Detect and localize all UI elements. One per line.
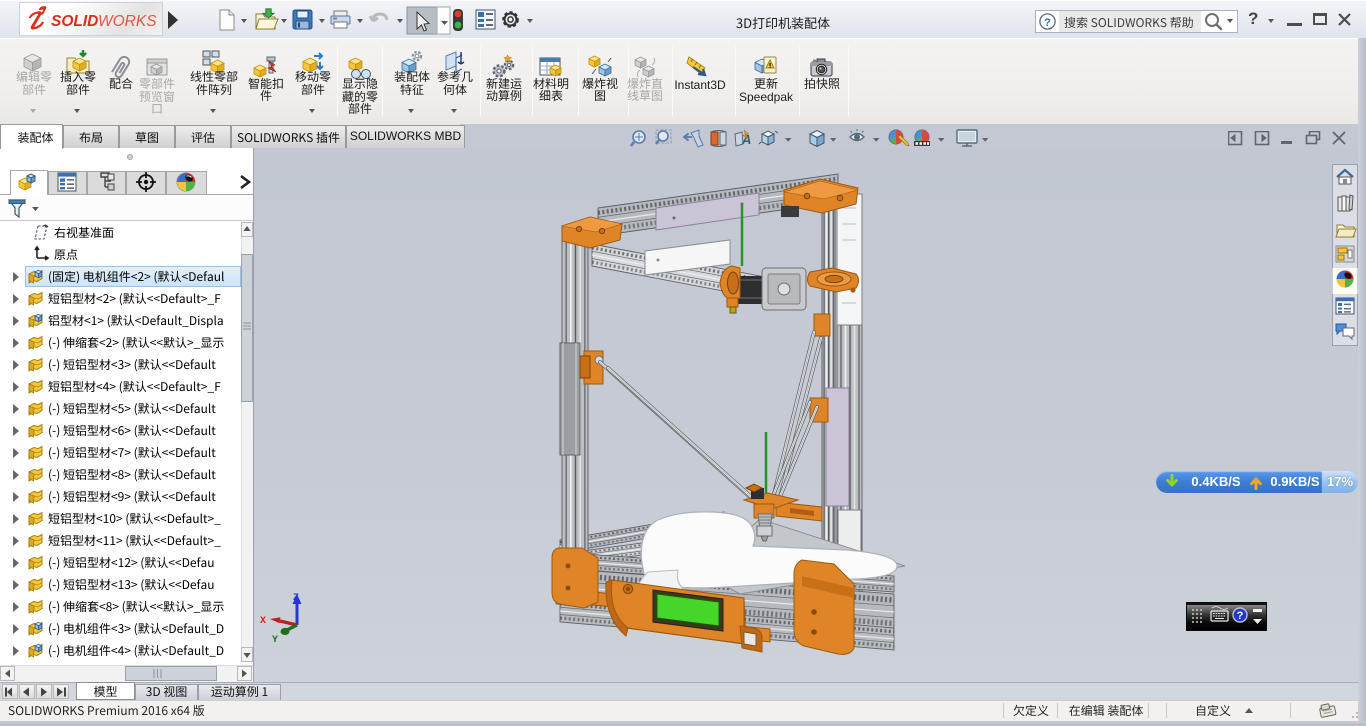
svg-text:Z: Z xyxy=(293,593,299,604)
svg-text:X: X xyxy=(260,616,266,627)
svg-text:?: ? xyxy=(1044,17,1051,29)
svg-text:?: ? xyxy=(1237,610,1244,622)
svg-text:Y: Y xyxy=(272,635,278,646)
